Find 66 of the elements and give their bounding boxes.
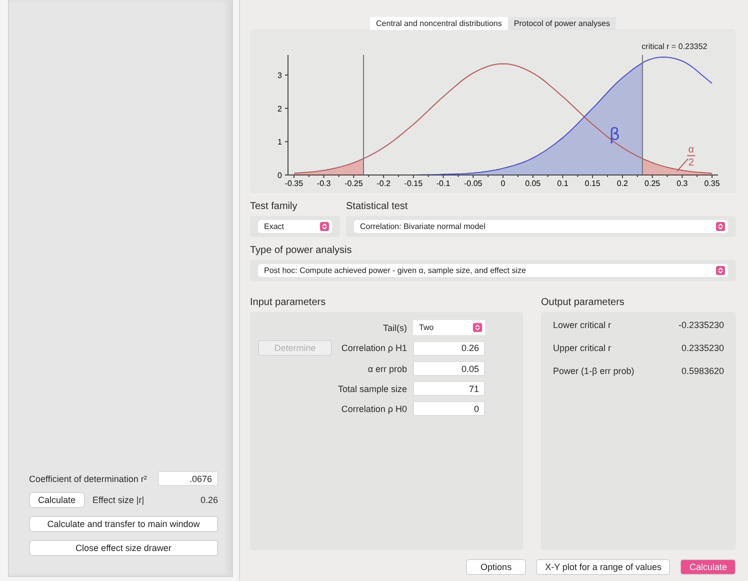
tick-label: 0.05 [525, 179, 541, 188]
dropdown-chevron-icon [716, 266, 725, 275]
tick-label: 0.2 [616, 179, 628, 188]
section-label: Input parameters [250, 297, 327, 308]
tick-label: -0.25 [344, 179, 363, 188]
input-field[interactable]: 0.05 [413, 361, 486, 376]
field-label: Coefficient of determination r² [29, 474, 147, 484]
tick-label: 0.35 [704, 179, 720, 188]
footer-button[interactable]: Calculate [680, 559, 736, 575]
footer-button[interactable]: X-Y plot for a range of values [536, 559, 670, 575]
tick-label: 2 [278, 104, 282, 114]
alpha-denominator: 2 [688, 158, 694, 169]
dropdown-chevron-icon [473, 323, 482, 332]
tick-label: 0.15 [584, 179, 600, 188]
section-label: Type of power analysis [250, 245, 353, 256]
tick-label: -0.35 [284, 179, 304, 188]
tick-label: -0.05 [464, 179, 482, 188]
tick-label: 1 [278, 138, 282, 147]
output-value: -0.2335230 [678, 320, 724, 330]
test-family-select[interactable]: Exact [258, 220, 332, 233]
analysis-type-select[interactable]: Post hoc: Compute achieved power - given α, sample size, and effect size [258, 264, 728, 277]
statistical-test-select[interactable]: Correlation: Bivariate normal model [354, 220, 728, 233]
tick-label: 0.25 [644, 179, 660, 188]
input-field[interactable]: 71 [413, 381, 486, 396]
parameter-label: Lower critical r [553, 320, 612, 330]
footer-button[interactable]: Options [466, 559, 526, 575]
tick-label: 0 [500, 179, 506, 188]
section-label: Output parameters [541, 297, 626, 308]
parameter-label: Total sample size [338, 384, 408, 394]
section-label: Test family [250, 201, 298, 212]
tick-label: -0.1 [436, 179, 450, 188]
alpha-tail-drawing [294, 158, 364, 175]
tick-label: -0.2 [376, 179, 390, 188]
output-value: 0.5983620 [680, 366, 724, 376]
tick-label: -0.3 [316, 179, 331, 188]
calculate-button[interactable]: Calculate [29, 492, 85, 508]
dropdown-chevron-icon [320, 222, 329, 231]
drawer-button[interactable]: Calculate and transfer to main window [29, 516, 218, 532]
leader-line [676, 158, 689, 172]
input-field[interactable]: .0676 [158, 471, 218, 486]
alpha-label: α [688, 144, 694, 156]
tick-label: 0.3 [676, 179, 688, 188]
parameter-label: Power (1-β err prob) [553, 366, 636, 376]
section-label: Statistical test [346, 201, 409, 212]
parameter-label: α err prob [366, 364, 408, 374]
tick-label: -0.15 [404, 179, 423, 188]
tick-label: 0 [278, 171, 282, 180]
critical-label: critical r = 0.23352 [642, 42, 708, 51]
output-value: 0.2335230 [680, 343, 724, 353]
effect-size-value: 0.26 [200, 495, 218, 505]
alpha-tail-drawing [642, 158, 712, 175]
field-label: Effect size |r| [92, 495, 144, 505]
beta-label: β [609, 125, 620, 145]
tab[interactable]: Protocol of power analyses [508, 17, 616, 30]
dropdown-chevron-icon [716, 222, 725, 231]
tick-label: 0.1 [557, 179, 568, 188]
tick-label: 3 [278, 71, 282, 80]
drawer-button[interactable]: Close effect size drawer [29, 540, 218, 556]
parameter-label: Upper critical r [553, 343, 612, 353]
tab[interactable]: Central and noncentral distributions [370, 17, 508, 30]
input-field[interactable]: 0.26 [413, 340, 486, 356]
parameter-label: Tail(s) [382, 322, 408, 332]
parameter-label: Correlation ρ H1 [340, 343, 408, 353]
parameter-label: Correlation ρ H0 [340, 404, 408, 414]
input-field[interactable]: 0 [413, 401, 486, 416]
tails-select[interactable]: Two [413, 320, 486, 335]
